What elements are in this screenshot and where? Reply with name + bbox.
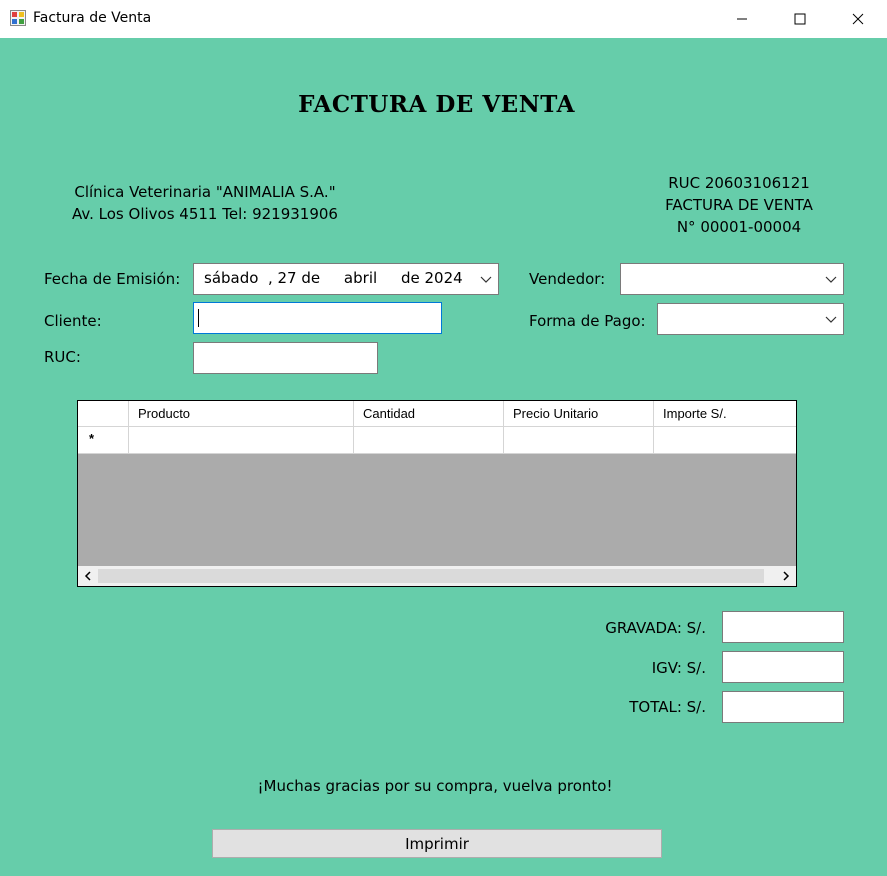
invoice-type: FACTURA DE VENTA xyxy=(665,196,813,214)
scroll-thumb[interactable] xyxy=(98,569,764,583)
chevron-down-icon xyxy=(480,276,492,283)
ruc-input[interactable] xyxy=(193,342,378,374)
column-header-producto[interactable]: Producto xyxy=(129,401,354,427)
minimize-icon xyxy=(737,18,747,20)
invoice-ruc: RUC 20603106121 xyxy=(668,174,810,192)
grid-new-row[interactable]: * xyxy=(78,427,796,454)
fecha-value: sábado , 27 de abril de 2024 xyxy=(204,269,463,287)
scroll-right-button[interactable] xyxy=(776,566,796,586)
igv-label: IGV: S/. xyxy=(651,659,706,677)
gravada-label: GRAVADA: S/. xyxy=(605,619,706,637)
cliente-label: Cliente: xyxy=(44,312,102,330)
app-icon xyxy=(10,10,26,26)
text-caret xyxy=(198,309,199,327)
grid-header: Producto Cantidad Precio Unitario Import… xyxy=(78,401,796,427)
scroll-left-button[interactable] xyxy=(78,566,98,586)
cell-cantidad[interactable] xyxy=(354,427,504,454)
window-title: Factura de Venta xyxy=(33,10,152,26)
close-button[interactable] xyxy=(829,0,887,38)
cell-importe[interactable] xyxy=(654,427,796,454)
invoice-number: N° 00001-00004 xyxy=(676,218,802,236)
column-header-precio[interactable]: Precio Unitario xyxy=(504,401,654,427)
vendedor-select[interactable] xyxy=(620,263,844,295)
total-label: TOTAL: S/. xyxy=(629,698,706,716)
row-header-corner xyxy=(78,401,129,427)
cliente-input[interactable] xyxy=(193,302,442,334)
thanks-message: ¡Muchas gracias por su compra, vuelva pr… xyxy=(257,777,613,795)
column-header-cantidad[interactable]: Cantidad xyxy=(354,401,504,427)
horizontal-scrollbar[interactable] xyxy=(78,566,796,586)
close-icon xyxy=(852,13,864,25)
new-row-marker: * xyxy=(89,431,95,446)
cell-producto[interactable] xyxy=(129,427,354,454)
title-bar: Factura de Venta xyxy=(0,0,887,38)
print-button[interactable]: Imprimir xyxy=(212,829,662,858)
cell-precio[interactable] xyxy=(504,427,654,454)
invoice-info: RUC 20603106121 FACTURA DE VENTA N° 0000… xyxy=(620,172,858,238)
fecha-date-picker[interactable]: sábado , 27 de abril de 2024 xyxy=(193,263,499,295)
fecha-label: Fecha de Emisión: xyxy=(44,270,181,288)
chevron-right-icon xyxy=(783,571,790,581)
vendedor-label: Vendedor: xyxy=(529,270,606,288)
chevron-left-icon xyxy=(84,571,91,581)
minimize-button[interactable] xyxy=(713,0,771,38)
forma-pago-label: Forma de Pago: xyxy=(529,312,646,330)
gravada-field[interactable] xyxy=(722,611,844,643)
maximize-icon xyxy=(794,13,806,25)
company-info: Clínica Veterinaria "ANIMALIA S.A." Av. … xyxy=(40,181,370,225)
form-heading: FACTURA DE VENTA xyxy=(298,91,575,118)
row-header[interactable]: * xyxy=(78,427,129,454)
form-body: FACTURA DE VENTA Clínica Veterinaria "AN… xyxy=(0,38,887,876)
igv-field[interactable] xyxy=(722,651,844,683)
chevron-down-icon xyxy=(825,276,837,283)
chevron-down-icon xyxy=(825,316,837,323)
column-header-importe[interactable]: Importe S/. xyxy=(654,401,796,427)
company-address: Av. Los Olivos 4511 Tel: 921931906 xyxy=(72,205,338,223)
forma-pago-select[interactable] xyxy=(657,303,844,335)
company-name: Clínica Veterinaria "ANIMALIA S.A." xyxy=(74,183,336,201)
maximize-button[interactable] xyxy=(771,0,829,38)
products-grid[interactable]: Producto Cantidad Precio Unitario Import… xyxy=(77,400,797,587)
ruc-label: RUC: xyxy=(44,348,81,366)
total-field[interactable] xyxy=(722,691,844,723)
